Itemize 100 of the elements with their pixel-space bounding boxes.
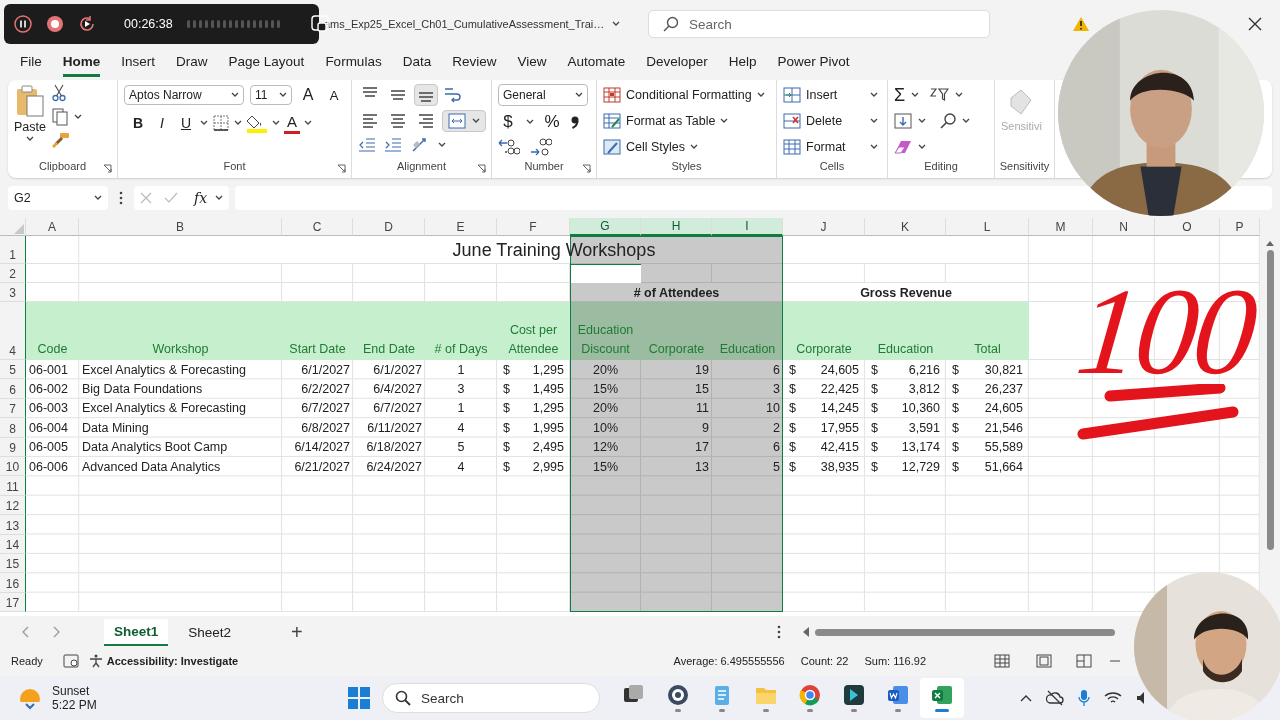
styles-command[interactable]: Format as Table bbox=[603, 110, 765, 132]
insert-function-button[interactable]: fx bbox=[194, 190, 208, 206]
table-cell-text: Excel Analytics & Forecasting bbox=[81, 361, 247, 379]
menu-tab[interactable]: Insert bbox=[121, 49, 156, 77]
menu-tab[interactable]: File bbox=[20, 49, 42, 77]
table-cell-text: $ 2,495 bbox=[502, 439, 565, 457]
menu-tab[interactable]: Review bbox=[452, 49, 497, 77]
status-text: Ready bbox=[11, 655, 43, 667]
menu-tab[interactable]: Data bbox=[402, 49, 432, 77]
column-header[interactable]: L bbox=[946, 218, 1029, 236]
table-cell-text: $ 22,425 bbox=[788, 381, 860, 399]
column-header[interactable]: F bbox=[497, 218, 570, 236]
menu-tab[interactable]: Page Layout bbox=[228, 49, 305, 77]
table-cell-text: $ 3,812 bbox=[870, 381, 941, 399]
number-format-dropdown[interactable]: General bbox=[498, 84, 588, 106]
table-cell-text: 6/18/2027 bbox=[365, 439, 423, 457]
table-cell-text: 4 bbox=[456, 458, 466, 476]
search-field[interactable]: Search bbox=[648, 10, 990, 38]
row-header[interactable]: 10 bbox=[0, 456, 26, 477]
column-header[interactable]: M bbox=[1029, 218, 1093, 236]
cells-command[interactable]: Delete bbox=[783, 110, 878, 132]
column-header[interactable]: G bbox=[570, 218, 641, 236]
styles-command[interactable]: Conditional Formatting bbox=[603, 84, 765, 106]
row-header[interactable]: 17 bbox=[0, 592, 26, 613]
group-label: Alignment bbox=[397, 160, 446, 174]
row-header[interactable]: 13 bbox=[0, 515, 26, 535]
table-cell-text: $ 51,664 bbox=[951, 458, 1024, 476]
column-header[interactable]: N bbox=[1093, 218, 1155, 236]
column-header[interactable]: C bbox=[282, 218, 353, 236]
menu-tab[interactable]: Automate bbox=[567, 49, 626, 77]
row-header[interactable]: 9 bbox=[0, 437, 26, 457]
column-heading: Start Date bbox=[288, 341, 347, 358]
table-cell-text: 1 bbox=[456, 361, 466, 379]
table-cell-text: $ 42,415 bbox=[788, 439, 860, 457]
row-header[interactable]: 6 bbox=[0, 379, 26, 399]
italic-button[interactable]: I bbox=[152, 112, 172, 134]
underline-button[interactable]: U bbox=[176, 112, 196, 134]
column-header[interactable]: I bbox=[712, 218, 783, 236]
cells-command[interactable]: Insert bbox=[783, 84, 878, 106]
row-header[interactable]: 15 bbox=[0, 553, 26, 574]
taskbar-search-field[interactable]: Search bbox=[382, 683, 600, 713]
group-label: Clipboard bbox=[38, 160, 87, 174]
accessibility-status[interactable]: Accessibility: Investigate bbox=[106, 655, 239, 667]
column-header[interactable]: K bbox=[865, 218, 946, 236]
column-header[interactable]: J bbox=[783, 218, 865, 236]
percent-button[interactable]: % bbox=[542, 111, 562, 133]
table-cell-text: Data Mining bbox=[81, 419, 150, 437]
column-header[interactable]: H bbox=[641, 218, 712, 236]
menu-tab[interactable]: Draw bbox=[176, 49, 208, 77]
sheet-tab[interactable]: Sheet1 bbox=[104, 618, 169, 646]
menu-tab[interactable]: Home bbox=[62, 49, 101, 77]
menu-tab[interactable]: Power Pivot bbox=[777, 49, 850, 77]
group-heading: Gross Revenue bbox=[859, 284, 953, 302]
styles-command[interactable]: Cell Styles bbox=[603, 136, 765, 158]
table-cell-text: 3 bbox=[772, 381, 781, 399]
row-header[interactable]: 12 bbox=[0, 495, 26, 516]
row-header[interactable]: 1 bbox=[0, 236, 26, 264]
table-cell-text: 6/2/2027 bbox=[300, 381, 351, 399]
table-cell-text: $ 14,245 bbox=[788, 400, 860, 418]
column-header[interactable]: D bbox=[353, 218, 425, 236]
column-header[interactable]: A bbox=[26, 218, 79, 236]
selection-stat: Count: 22 bbox=[800, 655, 849, 667]
table-cell-text: $ 30,821 bbox=[951, 361, 1024, 379]
menu-tab[interactable]: View bbox=[517, 49, 547, 77]
autosum-button[interactable]: Σ bbox=[894, 84, 920, 106]
row-header[interactable]: 3 bbox=[0, 283, 26, 302]
table-cell-text: 6 bbox=[772, 439, 781, 457]
group-label: Styles bbox=[671, 160, 702, 174]
name-box[interactable]: G2 bbox=[8, 186, 108, 210]
table-cell-text: 15 bbox=[694, 381, 710, 399]
currency-format-button[interactable]: $ bbox=[498, 111, 518, 133]
table-cell-text: 06-005 bbox=[28, 439, 69, 457]
column-header[interactable]: E bbox=[425, 218, 497, 236]
table-cell-text: Advanced Data Analytics bbox=[81, 458, 222, 476]
cells-command[interactable]: Format bbox=[783, 136, 878, 158]
row-header[interactable]: 8 bbox=[0, 418, 26, 438]
font-size-dropdown[interactable]: 11 bbox=[250, 85, 292, 105]
grow-font-button[interactable]: A bbox=[298, 84, 318, 106]
row-header[interactable]: 4 bbox=[0, 302, 26, 360]
column-header[interactable]: B bbox=[79, 218, 282, 236]
menu-tab[interactable]: Developer bbox=[646, 49, 708, 77]
bold-button[interactable]: B bbox=[128, 112, 148, 134]
paste-button[interactable]: Paste bbox=[14, 84, 46, 160]
font-name-dropdown[interactable]: Aptos Narrow bbox=[124, 85, 244, 105]
row-header[interactable]: 11 bbox=[0, 476, 26, 496]
menu-tab[interactable]: Formulas bbox=[325, 49, 382, 77]
column-header[interactable]: O bbox=[1155, 218, 1220, 236]
row-header[interactable]: 16 bbox=[0, 573, 26, 593]
column-header[interactable]: P bbox=[1220, 218, 1260, 236]
column-heading: Education Discount bbox=[576, 322, 635, 358]
add-sheet-button[interactable]: + bbox=[291, 620, 303, 644]
row-header[interactable]: 2 bbox=[0, 264, 26, 283]
shrink-font-button[interactable]: A bbox=[324, 84, 344, 106]
font-color-button[interactable]: A bbox=[284, 112, 300, 134]
row-header[interactable]: 5 bbox=[0, 360, 26, 380]
table-cell-text: 10% bbox=[592, 419, 619, 437]
row-header[interactable]: 7 bbox=[0, 398, 26, 419]
menu-tab[interactable]: Help bbox=[728, 49, 757, 77]
sheet-tab[interactable]: Sheet2 bbox=[178, 619, 242, 645]
row-header[interactable]: 14 bbox=[0, 534, 26, 554]
